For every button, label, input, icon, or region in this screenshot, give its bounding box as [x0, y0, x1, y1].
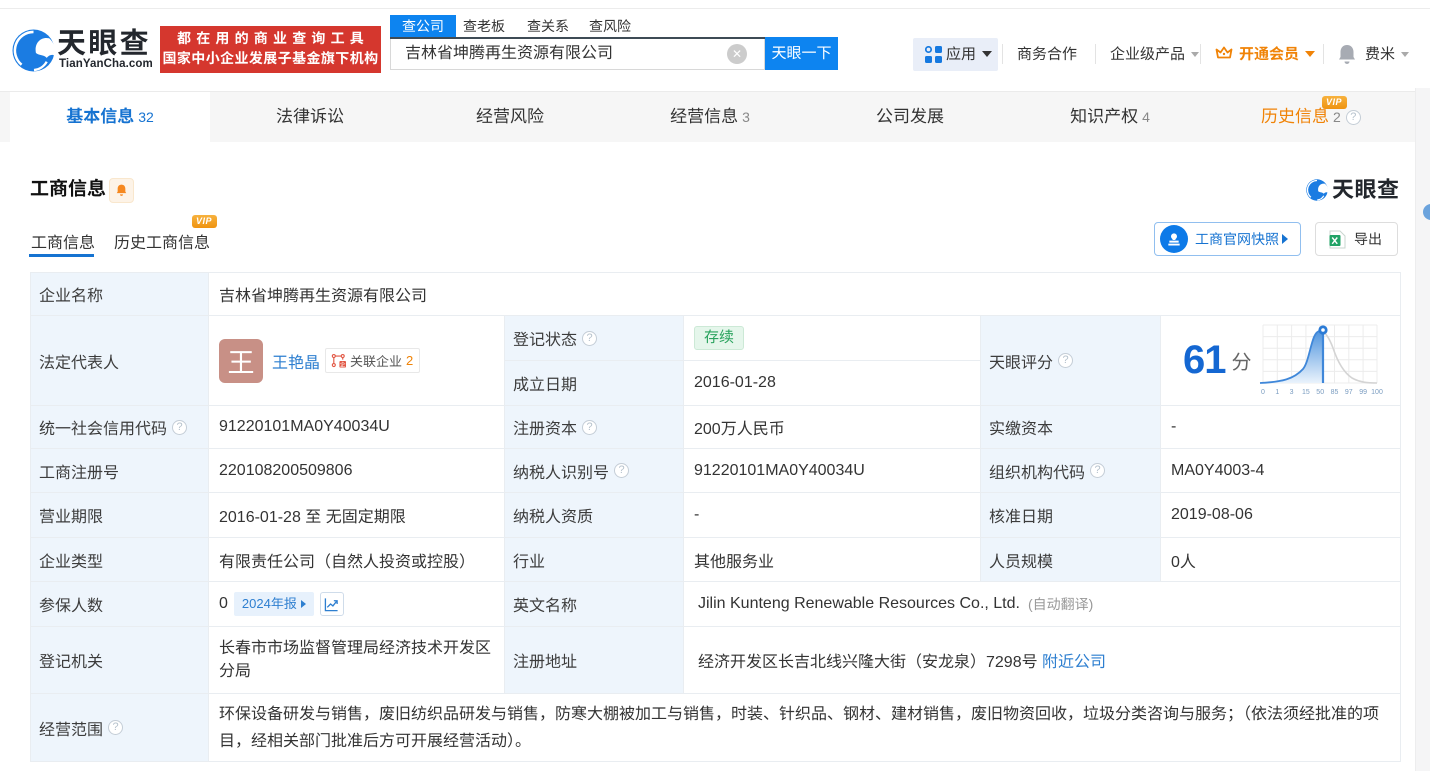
svg-text:企: 企 — [340, 361, 346, 368]
svg-text:100: 100 — [1371, 389, 1383, 396]
svg-text:99: 99 — [1359, 389, 1367, 396]
svg-text:50: 50 — [1316, 389, 1324, 396]
svg-text:85: 85 — [1330, 389, 1338, 396]
svg-text:1: 1 — [1275, 389, 1279, 396]
svg-text:15: 15 — [1302, 389, 1310, 396]
svg-text:0: 0 — [1261, 389, 1265, 396]
svg-text:3: 3 — [1289, 389, 1293, 396]
svg-text:97: 97 — [1344, 389, 1352, 396]
